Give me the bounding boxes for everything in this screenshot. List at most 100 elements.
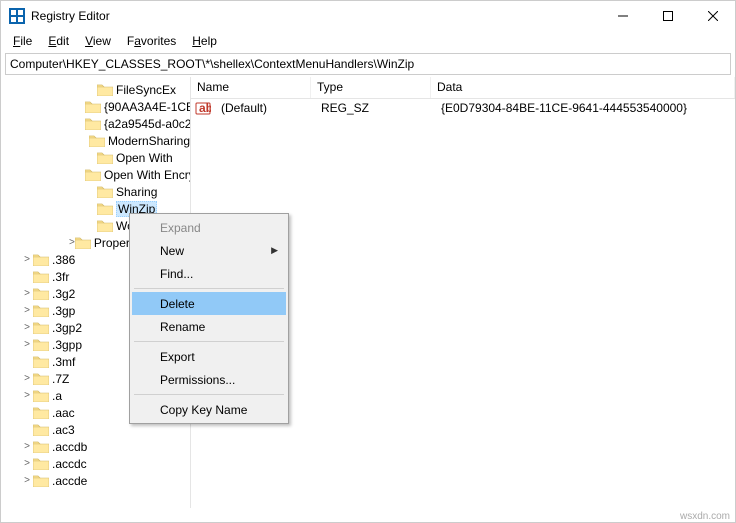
folder-icon <box>33 355 49 368</box>
menu-new-label: New <box>160 244 184 258</box>
expand-icon[interactable]: > <box>21 441 33 452</box>
header-name[interactable]: Name <box>191 77 311 98</box>
header-type[interactable]: Type <box>311 77 431 98</box>
folder-icon <box>33 270 49 283</box>
minimize-button[interactable] <box>600 1 645 31</box>
tree-item[interactable]: > .accdc <box>1 455 190 472</box>
folder-icon <box>33 304 49 317</box>
expand-icon[interactable]: > <box>21 373 33 384</box>
tree-item-label: {a2a9545d-a0c2-42b4-9708-a0b2badd77c8} <box>104 117 191 131</box>
folder-icon <box>33 406 49 419</box>
svg-text:ab: ab <box>199 101 211 115</box>
menu-edit[interactable]: Edit <box>42 32 75 50</box>
expand-icon[interactable]: > <box>21 390 33 401</box>
folder-icon <box>97 219 113 232</box>
folder-icon <box>85 117 101 130</box>
tree-item-label: Open With EncryptionMenu <box>104 168 191 182</box>
folder-icon <box>33 457 49 470</box>
tree-item[interactable]: Sharing <box>1 183 190 200</box>
menu-separator <box>134 394 284 395</box>
expand-icon[interactable]: > <box>21 288 33 299</box>
folder-icon <box>33 321 49 334</box>
tree-item-label: Open With <box>116 151 173 165</box>
string-value-icon: ab <box>195 101 211 115</box>
tree-item[interactable]: {a2a9545d-a0c2-42b4-9708-a0b2badd77c8} <box>1 115 190 132</box>
tree-item-label: .7Z <box>52 372 69 386</box>
header-data[interactable]: Data <box>431 77 735 98</box>
tree-item[interactable]: ModernSharing <box>1 132 190 149</box>
expand-icon[interactable]: > <box>21 339 33 350</box>
tree-item-label: .accdc <box>52 457 87 471</box>
menu-separator <box>134 341 284 342</box>
folder-icon <box>85 100 101 113</box>
tree-item-label: {90AA3A4E-1CBA-4233-B8BB-535773D48449} <box>104 100 191 114</box>
tree-item-label: .3gp2 <box>52 321 82 335</box>
expand-icon[interactable]: > <box>21 475 33 486</box>
tree-item-label: .3gpp <box>52 338 82 352</box>
folder-icon <box>33 372 49 385</box>
tree-item-label: .3g2 <box>52 287 75 301</box>
folder-icon <box>33 389 49 402</box>
tree-item-label: Sharing <box>116 185 157 199</box>
folder-icon <box>89 134 105 147</box>
folder-icon <box>85 168 101 181</box>
value-name: (Default) <box>215 100 315 116</box>
tree-item-label: .3fr <box>52 270 69 284</box>
maximize-button[interactable] <box>645 1 690 31</box>
folder-icon <box>97 185 113 198</box>
menu-find[interactable]: Find... <box>132 262 286 285</box>
tree-item-label: ModernSharing <box>108 134 190 148</box>
menu-expand[interactable]: Expand <box>132 216 286 239</box>
folder-icon <box>33 423 49 436</box>
expand-icon[interactable]: > <box>21 322 33 333</box>
app-icon <box>9 8 25 24</box>
menu-bar: File Edit View Favorites Help <box>1 31 735 51</box>
tree-item-label: .accdb <box>52 440 87 454</box>
tree-item[interactable]: Open With <box>1 149 190 166</box>
folder-icon <box>33 440 49 453</box>
value-data: {E0D79304-84BE-11CE-9641-444553540000} <box>435 100 735 116</box>
context-menu: Expand New▶ Find... Delete Rename Export… <box>129 213 289 424</box>
menu-copy-key-name[interactable]: Copy Key Name <box>132 398 286 421</box>
value-type: REG_SZ <box>315 100 435 116</box>
tree-item-label: .a <box>52 389 62 403</box>
expand-icon[interactable]: > <box>21 458 33 469</box>
watermark: wsxdn.com <box>680 511 730 522</box>
menu-rename[interactable]: Rename <box>132 315 286 338</box>
window-title: Registry Editor <box>31 9 600 23</box>
address-bar[interactable]: Computer\HKEY_CLASSES_ROOT\*\shellex\Con… <box>5 53 731 75</box>
menu-separator <box>134 288 284 289</box>
tree-item-label: .3gp <box>52 304 75 318</box>
tree-item[interactable]: FileSyncEx <box>1 81 190 98</box>
folder-icon <box>33 474 49 487</box>
expand-icon[interactable]: > <box>21 254 33 265</box>
folder-icon <box>97 83 113 96</box>
menu-view[interactable]: View <box>79 32 117 50</box>
expand-icon[interactable]: > <box>21 305 33 316</box>
menu-new[interactable]: New▶ <box>132 239 286 262</box>
menu-permissions[interactable]: Permissions... <box>132 368 286 391</box>
address-path: Computer\HKEY_CLASSES_ROOT\*\shellex\Con… <box>10 57 414 71</box>
folder-icon <box>33 287 49 300</box>
tree-item-label: .ac3 <box>52 423 75 437</box>
tree-item-label: .386 <box>52 253 75 267</box>
tree-item[interactable]: Open With EncryptionMenu <box>1 166 190 183</box>
folder-icon <box>33 338 49 351</box>
list-row[interactable]: ab (Default) REG_SZ {E0D79304-84BE-11CE-… <box>191 99 735 117</box>
list-header: Name Type Data <box>191 77 735 99</box>
menu-delete[interactable]: Delete <box>132 292 286 315</box>
title-bar: Registry Editor <box>1 1 735 31</box>
content-area: FileSyncEx {90AA3A4E-1CBA-4233-B8BB-53577… <box>1 77 735 508</box>
folder-icon <box>97 151 113 164</box>
folder-icon <box>33 253 49 266</box>
close-button[interactable] <box>690 1 735 31</box>
menu-favorites[interactable]: Favorites <box>121 32 182 50</box>
tree-item-label: .aac <box>52 406 75 420</box>
menu-help[interactable]: Help <box>186 32 223 50</box>
tree-item[interactable]: >.accde <box>1 472 190 489</box>
tree-item[interactable]: > .accdb <box>1 438 190 455</box>
tree-item[interactable]: {90AA3A4E-1CBA-4233-B8BB-535773D48449} <box>1 98 190 115</box>
folder-icon <box>75 236 91 249</box>
menu-export[interactable]: Export <box>132 345 286 368</box>
menu-file[interactable]: File <box>7 32 38 50</box>
